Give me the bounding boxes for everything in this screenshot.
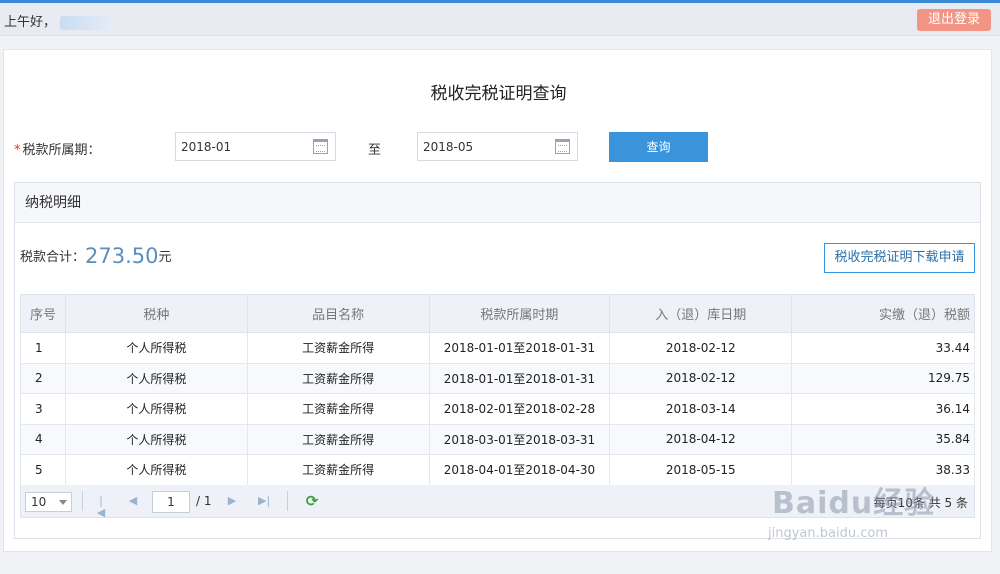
cell-tax-type: 个人所得税 bbox=[64, 423, 248, 455]
calendar-icon[interactable] bbox=[555, 139, 570, 154]
cell-item-name: 工资薪金所得 bbox=[246, 454, 430, 486]
calendar-icon[interactable] bbox=[313, 139, 328, 154]
required-mark: * bbox=[14, 143, 21, 158]
cell-date: 2018-05-15 bbox=[609, 454, 793, 486]
table-row[interactable]: 3 个人所得税 工资薪金所得 2018-02-01至2018-02-28 201… bbox=[20, 393, 975, 425]
last-page-icon[interactable]: ▶| bbox=[258, 495, 270, 507]
end-date-input[interactable]: 2018-05 bbox=[417, 132, 578, 161]
pager-divider bbox=[287, 491, 288, 511]
next-page-icon[interactable]: ▶ bbox=[226, 495, 238, 507]
cell-seq: 4 bbox=[20, 423, 66, 455]
cell-period: 2018-02-01至2018-02-28 bbox=[428, 393, 611, 425]
refresh-icon[interactable]: ⟳ bbox=[304, 493, 320, 509]
cell-seq: 5 bbox=[20, 454, 66, 486]
column-header[interactable]: 税款所属时期 bbox=[428, 294, 611, 333]
cell-amount: 36.14 bbox=[791, 393, 975, 425]
tax-detail-section: 纳税明细 税款合计：273.50元 税收完税证明下载申请 序号 税种 品目名称 … bbox=[14, 182, 981, 539]
table-row[interactable]: 2 个人所得税 工资薪金所得 2018-01-01至2018-01-31 201… bbox=[20, 362, 975, 394]
tax-period-label: * 税款所属期： bbox=[14, 139, 101, 158]
table-row[interactable]: 1 个人所得税 工资薪金所得 2018-01-01至2018-01-31 201… bbox=[20, 332, 975, 364]
tax-table: 序号 税种 品目名称 税款所属时期 入（退）库日期 实缴（退）税额 1 个人所得… bbox=[20, 294, 975, 486]
top-bar: 上午好， 退出登录 bbox=[0, 3, 1000, 36]
tax-total: 税款合计：273.50元 bbox=[20, 244, 172, 268]
page-title: 税收完税证明查询 bbox=[430, 84, 567, 104]
cell-tax-type: 个人所得税 bbox=[64, 454, 248, 486]
start-date-input[interactable]: 2018-01 bbox=[175, 132, 336, 161]
pagination-bar: 10 |◀ ◀ 1 / 1 ▶ ▶| ⟳ 每页10条 共 5 条 bbox=[20, 485, 975, 519]
column-header[interactable]: 序号 bbox=[20, 294, 66, 333]
search-button[interactable]: 查询 bbox=[609, 132, 708, 162]
cell-item-name: 工资薪金所得 bbox=[246, 362, 430, 394]
total-unit: 元 bbox=[158, 250, 172, 265]
end-date-value: 2018-05 bbox=[423, 140, 474, 154]
page-number-input[interactable]: 1 bbox=[152, 491, 190, 513]
cell-date: 2018-02-12 bbox=[609, 332, 793, 364]
main-panel: 税收完税证明查询 * 税款所属期： 2018-01 至 2018-05 查询 纳税… bbox=[3, 49, 992, 552]
cell-tax-type: 个人所得税 bbox=[64, 332, 248, 364]
column-header[interactable]: 税种 bbox=[64, 294, 248, 333]
first-page-icon[interactable]: |◀ bbox=[95, 495, 107, 519]
column-header[interactable]: 品目名称 bbox=[246, 294, 430, 333]
table-header-row: 序号 税种 品目名称 税款所属时期 入（退）库日期 实缴（退）税额 bbox=[20, 294, 975, 333]
cell-item-name: 工资薪金所得 bbox=[246, 423, 430, 455]
total-amount: 273.50 bbox=[85, 244, 159, 268]
column-header[interactable]: 实缴（退）税额 bbox=[791, 294, 975, 333]
cell-date: 2018-02-12 bbox=[609, 362, 793, 394]
cell-date: 2018-04-12 bbox=[609, 423, 793, 455]
download-apply-button[interactable]: 税收完税证明下载申请 bbox=[824, 243, 975, 273]
cell-seq: 3 bbox=[20, 393, 66, 425]
cell-seq: 2 bbox=[20, 362, 66, 394]
cell-period: 2018-03-01至2018-03-31 bbox=[428, 423, 611, 455]
chevron-down-icon bbox=[59, 500, 67, 505]
cell-amount: 33.44 bbox=[791, 332, 975, 364]
cell-amount: 129.75 bbox=[791, 362, 975, 394]
column-header[interactable]: 入（退）库日期 bbox=[609, 294, 793, 333]
greeting: 上午好， bbox=[4, 11, 113, 30]
prev-page-icon[interactable]: ◀ bbox=[127, 495, 139, 507]
logout-button[interactable]: 退出登录 bbox=[917, 9, 991, 31]
table-row[interactable]: 5 个人所得税 工资薪金所得 2018-04-01至2018-04-30 201… bbox=[20, 454, 975, 486]
cell-period: 2018-04-01至2018-04-30 bbox=[428, 454, 611, 486]
start-date-value: 2018-01 bbox=[181, 140, 232, 154]
greeting-text: 上午好， bbox=[4, 15, 57, 30]
pager-divider bbox=[82, 491, 83, 511]
cell-period: 2018-01-01至2018-01-31 bbox=[428, 362, 611, 394]
cell-amount: 35.84 bbox=[791, 423, 975, 455]
cell-item-name: 工资薪金所得 bbox=[246, 393, 430, 425]
cell-period: 2018-01-01至2018-01-31 bbox=[428, 332, 611, 364]
tax-period-label-text: 税款所属期： bbox=[22, 143, 101, 158]
cell-item-name: 工资薪金所得 bbox=[246, 332, 430, 364]
cell-amount: 38.33 bbox=[791, 454, 975, 486]
to-label: 至 bbox=[368, 143, 382, 158]
cell-tax-type: 个人所得税 bbox=[64, 393, 248, 425]
table-row[interactable]: 4 个人所得税 工资薪金所得 2018-03-01至2018-03-31 201… bbox=[20, 423, 975, 455]
cell-tax-type: 个人所得税 bbox=[64, 362, 248, 394]
cell-date: 2018-03-14 bbox=[609, 393, 793, 425]
page-size-select[interactable]: 10 bbox=[25, 492, 72, 512]
total-pages: / 1 bbox=[196, 494, 212, 508]
detail-heading: 纳税明细 bbox=[15, 183, 980, 223]
page-size-value: 10 bbox=[31, 495, 47, 509]
user-name-blurred bbox=[60, 15, 113, 30]
pager-info: 每页10条 共 5 条 bbox=[873, 496, 968, 510]
cell-seq: 1 bbox=[20, 332, 66, 364]
total-label: 税款合计： bbox=[20, 250, 86, 265]
